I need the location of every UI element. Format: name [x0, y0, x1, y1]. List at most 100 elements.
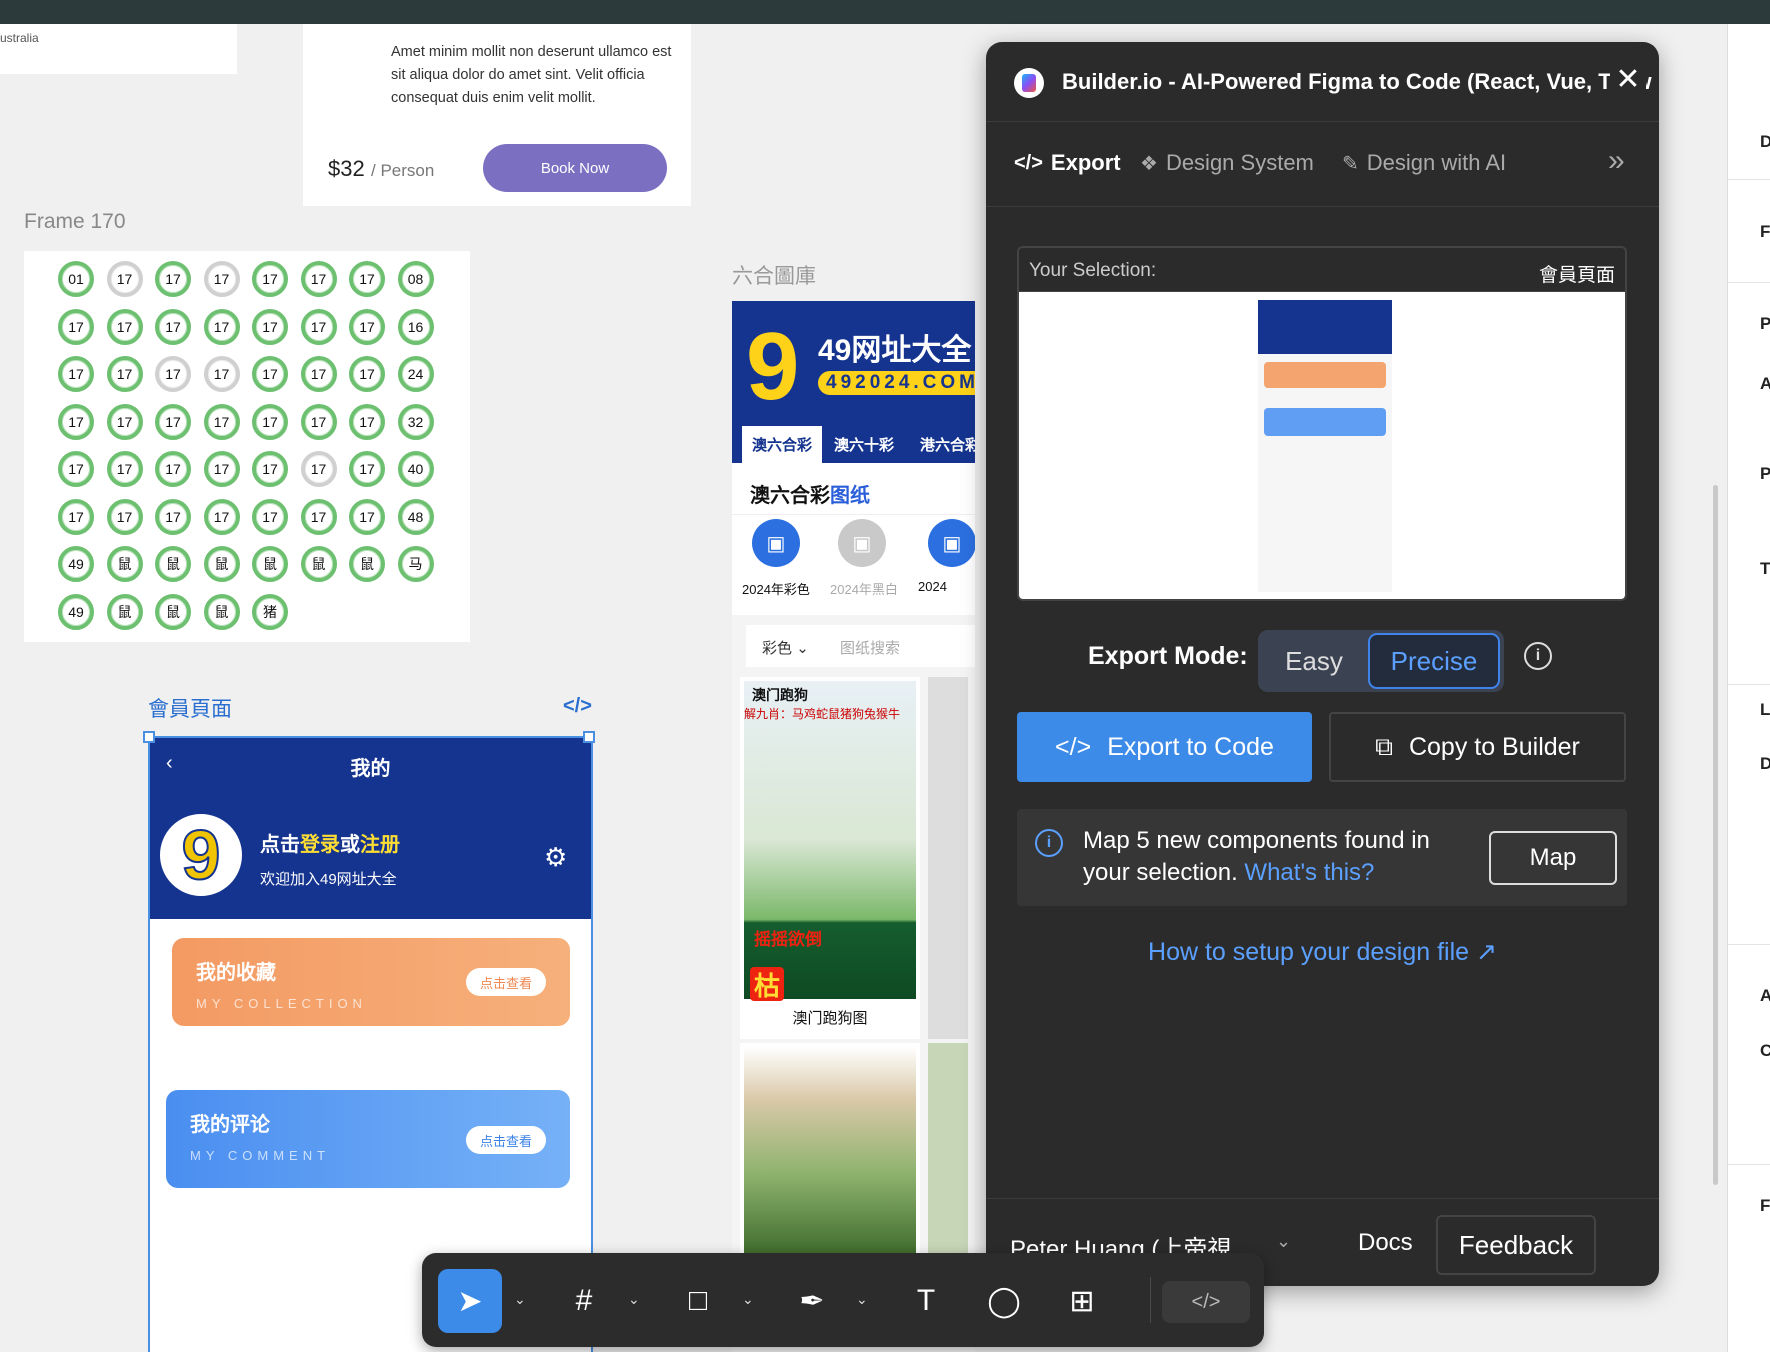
collection-view-button[interactable]: 点击查看: [466, 968, 546, 996]
code-icon[interactable]: </>: [563, 695, 592, 718]
text-tool-icon[interactable]: T: [894, 1269, 958, 1333]
selection-thumbnail: [1258, 300, 1392, 592]
external-link-icon: ↗: [1476, 938, 1497, 966]
image-icon[interactable]: ▣: [928, 519, 975, 567]
number-ball: 17: [349, 308, 385, 345]
color-select[interactable]: 彩色 ⌄: [762, 637, 809, 658]
selection-preview-box: Your Selection: 會員頁面: [1017, 246, 1627, 601]
chevron-down-icon[interactable]: ⌄: [856, 1291, 868, 1308]
image-icon[interactable]: ▣: [752, 519, 800, 567]
or-word: 或: [340, 834, 360, 856]
tab-export[interactable]: </> Export: [1014, 150, 1121, 176]
logo-number: 9: [181, 816, 222, 894]
gallery-search-input[interactable]: 图纸搜索: [840, 637, 900, 658]
member-page-label[interactable]: 會員頁面: [148, 693, 232, 723]
copy-to-builder-button[interactable]: ⧉ Copy to Builder: [1329, 712, 1626, 782]
section-title-a: 澳六合彩: [750, 485, 830, 507]
tour-card[interactable]: Amet minim mollit non deserunt ullamco e…: [303, 24, 691, 206]
frame-tool-icon[interactable]: #: [552, 1269, 616, 1333]
chevron-down-icon[interactable]: ⌄: [1276, 1231, 1291, 1252]
login-register-link[interactable]: 点击登录或注册: [260, 828, 400, 857]
chevron-right-double-icon[interactable]: »: [1608, 144, 1625, 178]
my-collection-card[interactable]: 我的收藏 MY COLLECTION 点击查看: [172, 938, 570, 1026]
resize-handle[interactable]: [583, 731, 595, 743]
number-ball: 49: [58, 593, 94, 630]
number-ball: 17: [58, 451, 94, 487]
category-label[interactable]: 2024年黑白: [830, 579, 898, 598]
thumbnail-header: [1258, 300, 1392, 354]
gallery-image-card[interactable]: 澳门跑狗 解九肖：马鸡蛇鼠猪狗兔猴牛 摇摇欲倒 枯 澳门跑狗图: [740, 677, 920, 1039]
login-word[interactable]: 登录: [300, 834, 340, 856]
mode-precise-option[interactable]: Precise: [1368, 633, 1500, 689]
tab-label: Design with AI: [1366, 150, 1507, 175]
properties-panel: D F P A P T L D A C F: [1727, 24, 1770, 1352]
mode-easy-option[interactable]: Easy: [1270, 634, 1358, 688]
panel-section-label: T: [1760, 559, 1770, 578]
setup-design-file-link[interactable]: How to setup your design file ↗: [986, 937, 1659, 967]
number-ball: 鼠: [349, 546, 385, 582]
gear-icon[interactable]: ⚙: [544, 842, 567, 873]
chevron-down-icon[interactable]: ⌄: [514, 1291, 526, 1308]
number-ball: 鼠: [203, 593, 240, 630]
chevron-down-icon: ⌄: [796, 640, 809, 657]
gallery-section-title: 澳六合彩图纸: [750, 479, 870, 508]
export-mode-toggle[interactable]: Easy Precise: [1258, 630, 1504, 692]
comment-view-button[interactable]: 点击查看: [466, 1126, 546, 1154]
docs-link[interactable]: Docs: [1358, 1229, 1413, 1257]
tour-price: $32: [328, 156, 365, 181]
selection-thumbnail-area: [1019, 292, 1625, 599]
book-now-button[interactable]: Book Now: [483, 144, 667, 192]
number-ball: 32: [397, 403, 434, 440]
chevron-down-icon[interactable]: ⌄: [742, 1291, 754, 1308]
frame-170[interactable]: 01 17 17 17 17 17 17 08 17 17 17 17 17 17 17 16 17 17 17 17…: [24, 251, 470, 642]
magic-wand-icon: ✎: [1342, 152, 1359, 175]
tab-design-with-ai[interactable]: ✎ Design with AI: [1342, 150, 1506, 176]
welcome-text: 欢迎加入49网址大全: [260, 871, 397, 888]
gallery-frame[interactable]: 9 49网址大全 492024.COM 澳六合彩 澳六十彩 港六合彩 澳六合彩图…: [732, 301, 975, 1352]
my-comment-card[interactable]: 我的评论 MY COMMENT 点击查看: [166, 1090, 570, 1188]
feedback-button[interactable]: Feedback: [1436, 1215, 1596, 1275]
number-ball: 17: [155, 356, 191, 392]
image-icon[interactable]: ▣: [838, 519, 886, 567]
tour-description: Amet minim mollit non deserunt ullamco e…: [391, 44, 672, 106]
dev-mode-code-icon[interactable]: </>: [1162, 1281, 1250, 1323]
info-icon[interactable]: i: [1524, 642, 1552, 670]
category-label[interactable]: 2024年彩色: [742, 579, 810, 598]
comment-tool-icon[interactable]: ◯: [972, 1269, 1036, 1333]
scrollbar[interactable]: [1713, 485, 1718, 1185]
gallery-tab[interactable]: 澳六合彩: [742, 426, 822, 463]
gallery-image-card[interactable]: [928, 1043, 968, 1263]
login-prefix: 点击: [260, 834, 300, 856]
collection-subtitle: MY COLLECTION: [196, 996, 367, 1011]
map-button[interactable]: Map: [1489, 831, 1617, 885]
gallery-tab[interactable]: 澳六十彩: [822, 426, 906, 463]
toolbar-divider: [1150, 1277, 1151, 1323]
whats-this-link[interactable]: What's this?: [1244, 859, 1374, 886]
thumbnail-card: [1264, 362, 1386, 388]
resize-handle[interactable]: [143, 731, 155, 743]
panel-section-label: F: [1760, 222, 1770, 241]
category-label[interactable]: 2024: [918, 579, 947, 594]
pen-tool-icon[interactable]: ✒: [780, 1269, 844, 1333]
chevron-down-icon[interactable]: ⌄: [628, 1291, 640, 1308]
number-ball: 17: [155, 403, 191, 440]
gallery-image-card[interactable]: [740, 1043, 920, 1263]
panel-section-label: P: [1760, 464, 1770, 483]
export-button-label: Export to Code: [1107, 732, 1274, 761]
resources-tool-icon[interactable]: ⊞: [1050, 1269, 1114, 1333]
gallery-tab[interactable]: 港六合彩: [908, 426, 975, 463]
number-ball: 鼠: [300, 546, 337, 582]
register-word[interactable]: 注册: [360, 834, 400, 856]
move-tool-cursor-icon[interactable]: ➤: [438, 1269, 502, 1333]
comment-title: 我的评论: [190, 1114, 270, 1136]
tab-design-system[interactable]: ❖ Design System: [1140, 150, 1314, 176]
panel-section-label: C: [1760, 1041, 1770, 1060]
frame-170-label[interactable]: Frame 170: [24, 210, 126, 234]
gallery-image-card[interactable]: [928, 677, 968, 1039]
gallery-frame-label[interactable]: 六合圖庫: [732, 260, 816, 290]
rectangle-tool-icon[interactable]: □: [666, 1269, 730, 1333]
number-ball: 17: [155, 451, 191, 487]
setup-link-label: How to setup your design file: [1148, 938, 1470, 966]
close-icon[interactable]: ✕: [1610, 64, 1646, 96]
export-to-code-button[interactable]: </> Export to Code: [1017, 712, 1312, 782]
